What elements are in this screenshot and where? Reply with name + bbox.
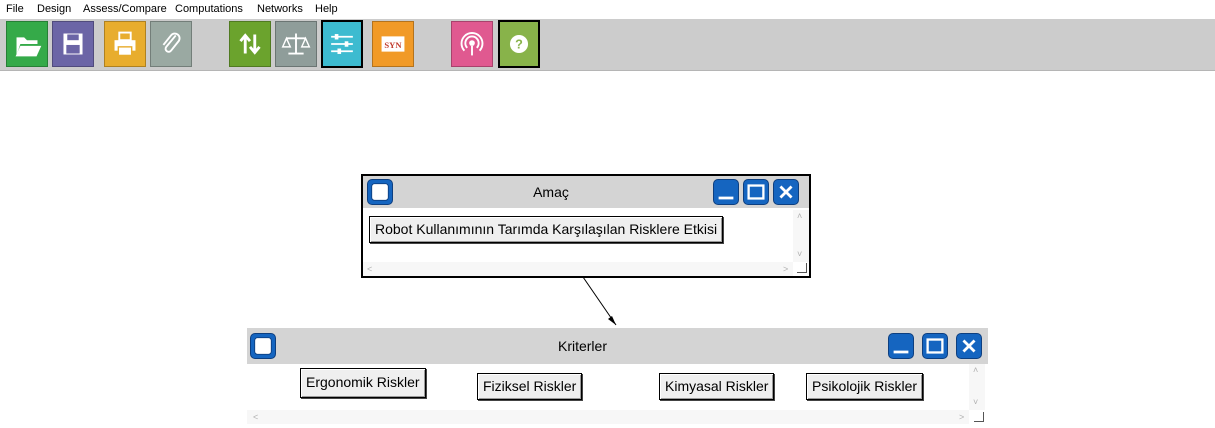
scroll-down-icon[interactable]: ˅ <box>797 250 802 259</box>
scroll-up-icon[interactable]: ˄ <box>797 212 802 221</box>
close-icon <box>779 185 793 199</box>
compare-button[interactable] <box>275 21 317 67</box>
scroll-down-icon[interactable]: ˅ <box>973 398 978 407</box>
computations-button[interactable] <box>321 20 363 68</box>
goal-minimize-button[interactable] <box>713 179 739 205</box>
menu-file[interactable]: File <box>6 3 24 15</box>
close-icon <box>962 339 976 353</box>
menu-design[interactable]: Design <box>37 3 71 15</box>
help-button[interactable]: ? <box>498 20 540 68</box>
scroll-right-icon[interactable]: > <box>783 265 788 274</box>
attach-button[interactable] <box>150 21 192 67</box>
criteria-close-button[interactable] <box>956 333 982 359</box>
criterion-ergonomic-button[interactable]: Ergonomik Riskler <box>300 368 426 398</box>
goal-node-menu-button[interactable] <box>367 179 393 205</box>
criteria-node-menu-button[interactable] <box>250 333 276 359</box>
criteria-minimize-button[interactable] <box>888 333 914 359</box>
scroll-right-icon[interactable]: > <box>959 413 964 422</box>
menu-assess-compare[interactable]: Assess/Compare <box>83 3 167 15</box>
sort-arrows-icon <box>239 33 261 55</box>
broadcast-button[interactable] <box>451 21 493 67</box>
save-icon <box>63 33 83 55</box>
menu-help[interactable]: Help <box>315 3 338 15</box>
criterion-chemical-button[interactable]: Kimyasal Riskler <box>659 373 775 400</box>
save-button[interactable] <box>52 21 94 67</box>
resize-grip[interactable] <box>974 412 984 422</box>
menu-networks[interactable]: Networks <box>257 3 303 15</box>
minimize-icon <box>718 196 734 200</box>
criterion-psychological-button[interactable]: Psikolojik Riskler <box>806 373 924 400</box>
goal-title: Amaç <box>533 184 569 200</box>
window-icon <box>254 337 272 355</box>
goal-item-button[interactable]: Robot Kullanımının Tarımda Karşılaşılan … <box>369 216 724 243</box>
paperclip-icon <box>162 32 181 53</box>
toolbar: SYN ? <box>0 19 1215 71</box>
criteria-title-bar[interactable]: Kriterler <box>247 328 988 364</box>
criteria-maximize-button[interactable] <box>922 333 948 359</box>
help-icon: ? <box>509 34 529 54</box>
scroll-up-icon[interactable]: ˄ <box>973 366 978 375</box>
resize-grip[interactable] <box>797 263 807 273</box>
goal-title-bar[interactable]: Amaç <box>363 176 809 208</box>
balance-scale-icon <box>281 33 311 55</box>
criteria-vertical-scrollbar[interactable]: ˄ ˅ <box>969 364 985 410</box>
print-icon <box>114 31 136 57</box>
criteria-title: Kriterler <box>557 338 607 354</box>
goal-vertical-scrollbar[interactable]: ˄ ˅ <box>793 210 809 262</box>
sort-button[interactable] <box>229 21 271 67</box>
maximize-icon <box>747 184 765 200</box>
open-button[interactable] <box>6 21 48 67</box>
menu-bar: File Design Assess/Compare Computations … <box>0 0 1215 18</box>
broadcast-icon <box>460 32 484 56</box>
synthesis-button[interactable]: SYN <box>372 21 414 67</box>
criteria-node-window[interactable]: Kriterler Ergonomik Riskler Fiziksel Ris… <box>247 328 988 426</box>
criteria-horizontal-scrollbar[interactable]: < > <box>247 410 969 424</box>
print-button[interactable] <box>104 21 146 67</box>
goal-horizontal-scrollbar[interactable]: < > <box>363 262 793 276</box>
menu-computations[interactable]: Computations <box>175 3 243 15</box>
scroll-left-icon[interactable]: < <box>367 265 372 274</box>
goal-close-button[interactable] <box>773 179 799 205</box>
sliders-icon <box>331 34 353 54</box>
window-icon <box>371 183 389 201</box>
minimize-icon <box>893 350 909 354</box>
maximize-icon <box>926 338 944 354</box>
scroll-left-icon[interactable]: < <box>253 413 258 422</box>
goal-maximize-button[interactable] <box>743 179 769 205</box>
goal-node-window[interactable]: Amaç Robot Kullanımının Tarımda Karşılaş… <box>361 174 811 278</box>
syn-icon: SYN <box>381 36 405 52</box>
svg-text:?: ? <box>515 38 523 52</box>
criterion-physical-button[interactable]: Fiziksel Riskler <box>477 373 583 400</box>
syn-label: SYN <box>384 40 402 50</box>
folder-open-icon <box>15 37 42 57</box>
